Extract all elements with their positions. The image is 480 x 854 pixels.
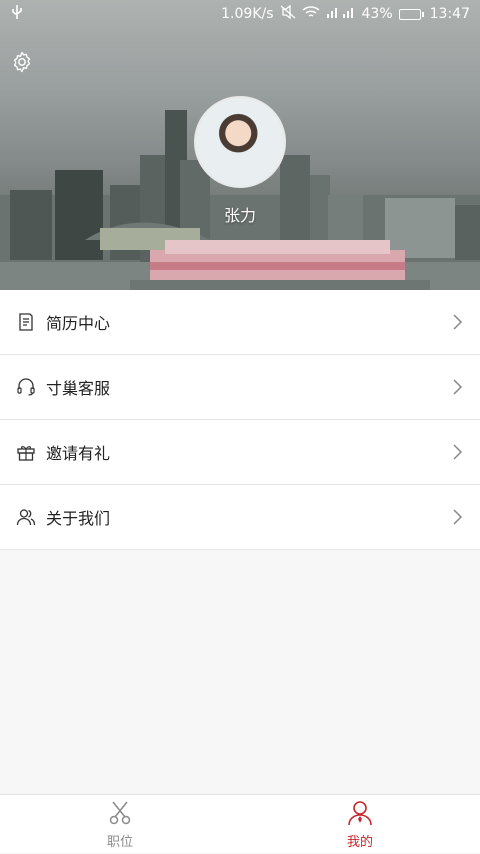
user-name: 张力 (223, 206, 256, 225)
menu-item-label: 关于我们 (46, 509, 111, 528)
menu-item-customer-service[interactable]: 寸巢客服 (0, 355, 480, 420)
menu-item-about-us[interactable]: 关于我们 (0, 485, 480, 550)
mute-icon (280, 4, 296, 23)
person-icon (348, 801, 372, 826)
clock: 13:47 (429, 6, 470, 22)
menu-item-label: 简历中心 (46, 314, 111, 333)
settings-gear-icon[interactable] (10, 50, 34, 74)
menu-item-label: 寸巢客服 (46, 379, 111, 398)
tab-jobs[interactable]: 职位 (0, 795, 240, 854)
avatar[interactable] (194, 96, 286, 188)
battery-icon (398, 8, 424, 20)
wifi-icon (302, 5, 320, 23)
chevron-right-icon (453, 379, 463, 395)
menu-item-label: 邀请有礼 (46, 444, 111, 463)
battery-percent: 43% (361, 6, 393, 22)
menu-item-invite-reward[interactable]: 邀请有礼 (0, 420, 480, 485)
chevron-right-icon (453, 314, 463, 330)
tab-label: 职位 (106, 835, 133, 850)
chevron-right-icon (453, 444, 463, 460)
users-icon (16, 509, 36, 526)
scissors-icon (109, 801, 131, 825)
usb-icon (10, 4, 30, 24)
tab-label: 我的 (346, 835, 373, 850)
profile-header: 1.09K/s 43% 13:47 张力 (0, 0, 480, 290)
tab-mine[interactable]: 我的 (240, 795, 480, 854)
status-bar: 1.09K/s 43% 13:47 (0, 0, 480, 28)
gift-icon (17, 446, 35, 461)
menu-item-resume-center[interactable]: 简历中心 (0, 290, 480, 355)
resume-icon (19, 313, 33, 331)
headset-icon (17, 378, 35, 396)
signal-icon (326, 5, 356, 23)
profile-menu: 简历中心 寸巢客服 邀请有礼 关于我们 (0, 290, 480, 550)
bottom-tab-bar: 职位 我的 (0, 794, 480, 853)
chevron-right-icon (453, 509, 463, 525)
network-speed: 1.09K/s (221, 6, 274, 22)
